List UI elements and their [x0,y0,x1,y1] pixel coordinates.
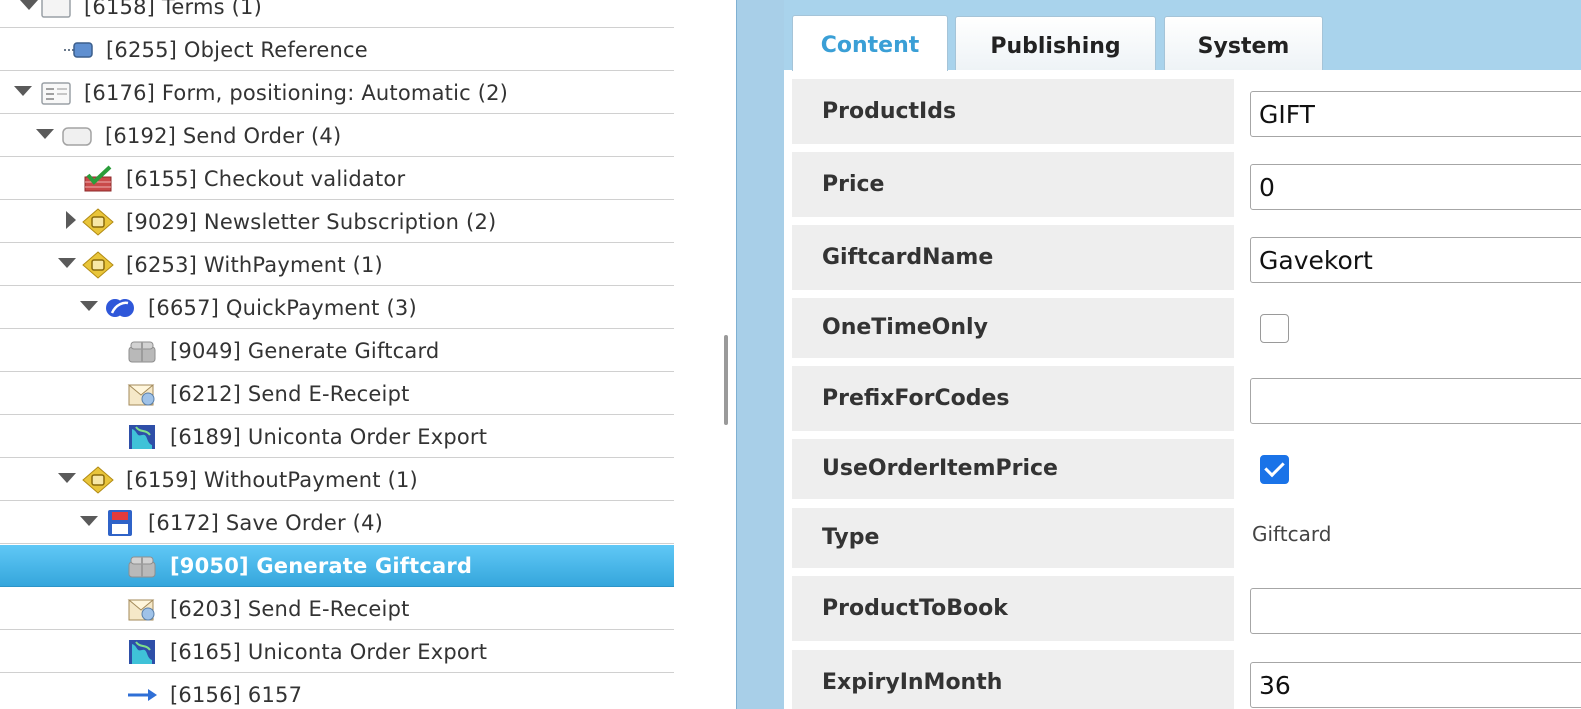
property-label: ExpiryInMonth [792,650,1234,709]
receipt-icon [126,595,158,623]
prefixforcodes-input[interactable] [1250,378,1581,424]
properties-panel: Content Publishing System ProductIds Pric… [784,0,1581,709]
tree-node[interactable]: [6212] Send E-Receipt [0,373,674,415]
tree-node-label: [9050] Generate Giftcard [170,554,473,578]
tree-node[interactable]: [6253] WithPayment (1) [0,244,674,286]
button-icon [61,122,93,150]
price-input[interactable] [1250,164,1581,210]
tree-node-label: [6255] Object Reference [106,38,368,62]
productids-input[interactable] [1250,91,1581,137]
useorderitemprice-checkbox[interactable] [1260,455,1289,484]
property-label: ProductToBook [792,576,1234,641]
tree-panel[interactable]: [6158] Terms (1) [6255] Object Reference [… [0,0,674,709]
property-label: Type [792,508,1234,568]
tree-node-label: [6159] WithoutPayment (1) [126,468,418,492]
tree-node[interactable]: [9050] Generate Giftcard [0,545,674,587]
tab-system[interactable]: System [1164,16,1323,70]
object-reference-icon [62,36,94,64]
tree-node-label: [6155] Checkout validator [126,167,406,191]
onetimeonly-checkbox[interactable] [1260,314,1289,343]
property-row: ExpiryInMonth [784,650,1581,709]
gift-box-icon [126,552,158,580]
tree-node-label: [9029] Newsletter Subscription (2) [126,210,497,234]
tab-publishing[interactable]: Publishing [955,16,1156,70]
property-row: GiftcardName [784,225,1581,290]
condition-icon [82,251,114,279]
receipt-icon [126,380,158,408]
tree-node[interactable]: [6203] Send E-Receipt [0,588,674,630]
producttobook-input[interactable] [1250,588,1581,634]
collapse-toggle-icon[interactable] [80,301,98,311]
tree-node[interactable]: [9029] Newsletter Subscription (2) [0,201,674,243]
tree-node[interactable]: [6255] Object Reference [0,29,674,71]
property-label: ProductIds [792,79,1234,144]
giftcardname-input[interactable] [1250,237,1581,283]
collapse-toggle-icon[interactable] [80,516,98,526]
tree-node[interactable]: [6172] Save Order (4) [0,502,674,544]
property-row: ProductIds [784,79,1581,144]
blank-page-icon [40,0,72,21]
redirect-arrow-icon [126,681,158,709]
tree-node[interactable]: [6158] Terms (1) [0,0,674,28]
tab-bar: Content Publishing System [784,0,1581,71]
tree-node-label: [6657] QuickPayment (3) [148,296,417,320]
collapse-toggle-icon[interactable] [58,258,76,268]
save-icon [104,509,136,537]
tree-node-label: [6165] Uniconta Order Export [170,640,488,664]
gift-box-icon [126,337,158,365]
tree-node-label: [6189] Uniconta Order Export [170,425,488,449]
property-row: Type Giftcard [784,508,1581,568]
tree-node-label: [6203] Send E-Receipt [170,597,410,621]
expiryinmonth-input[interactable] [1250,662,1581,708]
form-icon [40,79,72,107]
tree-node[interactable]: [9049] Generate Giftcard [0,330,674,372]
checkout-validator-icon [82,165,114,193]
type-value: Giftcard [1252,522,1332,546]
tree-node[interactable]: [6155] Checkout validator [0,158,674,200]
tree-node-label: [6253] WithPayment (1) [126,253,383,277]
tree-scrollbar-handle[interactable] [724,335,728,425]
tree-node-label: [6156] 6157 [170,683,303,707]
tree-node-label: [6192] Send Order (4) [105,124,342,148]
tree-node[interactable]: [6165] Uniconta Order Export [0,631,674,673]
property-label: OneTimeOnly [792,298,1234,358]
collapse-toggle-icon[interactable] [14,86,32,96]
property-label: GiftcardName [792,225,1234,290]
tree-node[interactable]: [6156] 6157 [0,674,674,709]
property-row: ProductToBook [784,576,1581,641]
export-map-icon [126,638,158,666]
tree-node-label: [9049] Generate Giftcard [170,339,440,363]
property-label: PrefixForCodes [792,366,1234,431]
property-row: PrefixForCodes [784,366,1581,431]
tree-node-label: [6158] Terms (1) [84,0,262,19]
tree-node-label: [6172] Save Order (4) [148,511,384,535]
collapse-toggle-icon[interactable] [20,0,38,10]
collapse-toggle-icon[interactable] [58,473,76,483]
property-row: Price [784,152,1581,217]
expand-toggle-icon[interactable] [66,211,76,229]
quickpayment-icon [104,294,136,322]
property-row: UseOrderItemPrice [784,439,1581,499]
tab-content[interactable]: Content [792,15,948,71]
tree-node-label: [6212] Send E-Receipt [170,382,410,406]
export-map-icon [126,423,158,451]
tree-node[interactable]: [6159] WithoutPayment (1) [0,459,674,501]
property-row: OneTimeOnly [784,298,1581,358]
tree-node[interactable]: [6176] Form, positioning: Automatic (2) [0,72,674,114]
tree-node[interactable]: [6192] Send Order (4) [0,115,674,157]
tree-node[interactable]: [6189] Uniconta Order Export [0,416,674,458]
collapse-toggle-icon[interactable] [36,129,54,139]
condition-icon [82,208,114,236]
property-label: UseOrderItemPrice [792,439,1234,499]
tree-node[interactable]: [6657] QuickPayment (3) [0,287,674,329]
tree-node-label: [6176] Form, positioning: Automatic (2) [84,81,509,105]
panel-splitter[interactable] [736,0,784,709]
condition-icon [82,466,114,494]
property-label: Price [792,152,1234,217]
